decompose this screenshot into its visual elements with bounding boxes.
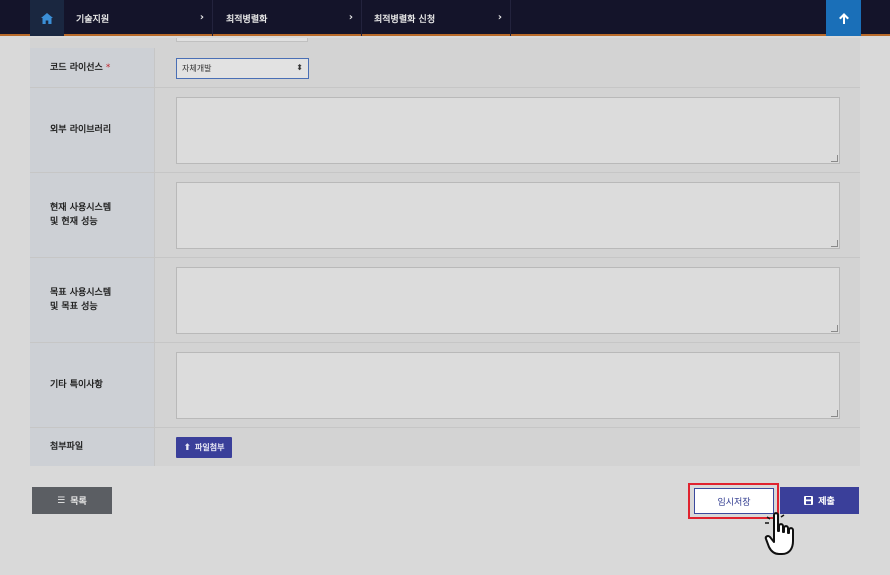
home-button[interactable] (30, 0, 64, 36)
etc-textarea[interactable] (176, 352, 840, 419)
arrow-up-icon (838, 12, 849, 24)
label-cell: 목표 사용시스템 및 목표 성능 (30, 258, 155, 342)
current-system-label-line2: 및 현재 성능 (50, 217, 98, 227)
label-cell: 첨부파일 (30, 428, 155, 466)
label-cell: 코드 라이선스 * (30, 48, 155, 87)
form-row-target-system: 목표 사용시스템 및 목표 성능 (30, 258, 860, 343)
license-select-value: 자체개발 (182, 64, 212, 73)
nav-item-label: 최적병렬화 신청 (374, 14, 436, 25)
temp-save-button[interactable]: 임시저장 (694, 488, 774, 514)
list-button-label: 목록 (70, 497, 87, 507)
chevron-right-icon: › (497, 12, 502, 23)
license-label: 코드 라이선스 (50, 62, 103, 73)
label-cell: 외부 라이브러리 (30, 88, 155, 172)
chevron-right-icon: › (199, 12, 204, 23)
nav-item-label: 기술지원 (76, 14, 110, 25)
attach-file-label: 파일첨부 (195, 443, 225, 452)
form-row-license: 코드 라이선스 * 자체개발 ⬍ (30, 48, 860, 88)
attachment-label: 첨부파일 (50, 442, 84, 452)
application-form: 코드 라이선스 * 자체개발 ⬍ 외부 라이브러리 현재 사용시스템 및 현재 … (30, 38, 860, 466)
label-cell: 현재 사용시스템 및 현재 성능 (30, 173, 155, 257)
top-nav: 기술지원 › 최적병렬화 › 최적병렬화 신청 › (0, 0, 890, 36)
home-icon (41, 12, 53, 24)
label-cell: 기타 특이사항 (30, 343, 155, 427)
license-select[interactable]: 자체개발 ⬍ (176, 58, 309, 79)
target-system-label-line2: 및 목표 성능 (50, 302, 98, 312)
form-row-external-library: 외부 라이브러리 (30, 88, 860, 173)
required-mark: * (105, 62, 111, 73)
chevron-right-icon: › (348, 12, 353, 23)
select-caret-icon: ⬍ (296, 63, 303, 72)
nav-item-parallelization-apply[interactable]: 최적병렬화 신청 › (362, 0, 511, 36)
upload-icon: ⬆ (183, 442, 192, 453)
nav-item-parallelization[interactable]: 최적병렬화 › (213, 0, 362, 36)
hand-pointer-icon (764, 512, 794, 555)
etc-label: 기타 특이사항 (50, 380, 103, 390)
list-button[interactable]: ☰ 목록 (32, 487, 112, 514)
submit-label: 제출 (818, 497, 835, 507)
external-library-label: 외부 라이브러리 (50, 125, 112, 135)
previous-field-partial (176, 38, 308, 42)
target-system-label: 목표 사용시스템 및 목표 성능 (50, 286, 111, 314)
current-system-textarea[interactable] (176, 182, 840, 249)
scroll-top-button[interactable] (826, 0, 861, 36)
save-icon (804, 496, 814, 505)
target-system-textarea[interactable] (176, 267, 840, 334)
current-system-label-line1: 현재 사용시스템 (50, 203, 112, 213)
external-library-textarea[interactable] (176, 97, 840, 164)
nav-item-tech-support[interactable]: 기술지원 › (64, 0, 213, 36)
nav-item-label: 최적병렬화 (226, 14, 268, 25)
target-system-label-line1: 목표 사용시스템 (50, 288, 112, 298)
form-row-current-system: 현재 사용시스템 및 현재 성능 (30, 173, 860, 258)
attach-file-button[interactable]: ⬆ 파일첨부 (176, 437, 232, 458)
temp-save-label: 임시저장 (717, 497, 751, 508)
form-row-attachment: 첨부파일 ⬆ 파일첨부 (30, 428, 860, 466)
submit-button[interactable]: 제출 (780, 487, 859, 514)
list-icon: ☰ (57, 495, 66, 506)
form-row-etc: 기타 특이사항 (30, 343, 860, 428)
current-system-label: 현재 사용시스템 및 현재 성능 (50, 201, 111, 229)
